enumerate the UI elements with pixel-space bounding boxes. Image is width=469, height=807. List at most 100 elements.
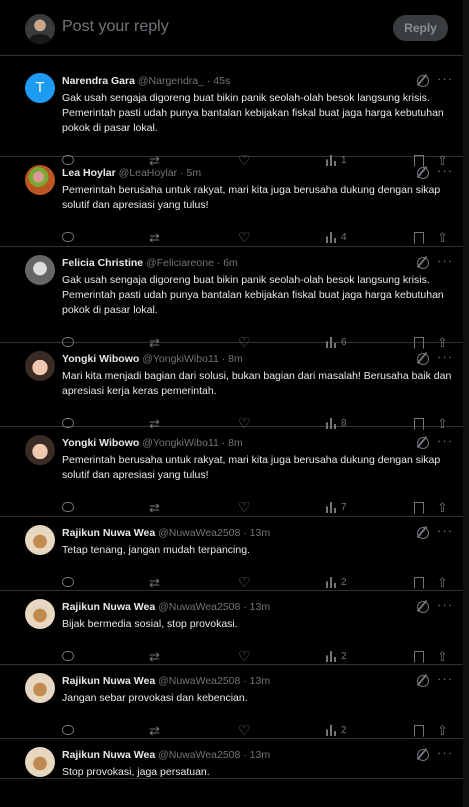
author-meta[interactable]: @NuwaWea2508 · 13m bbox=[158, 601, 270, 613]
grok-icon[interactable] bbox=[417, 749, 429, 761]
share-icon[interactable]: ⇧ bbox=[437, 231, 448, 248]
reply-post[interactable]: Yongki Wibowo @YongkiWibo11 · 8m ··· Mar… bbox=[0, 343, 463, 430]
reply-post[interactable]: Rajikun Nuwa Wea @NuwaWea2508 · 13m ··· … bbox=[0, 591, 463, 665]
post-header: Rajikun Nuwa Wea @NuwaWea2508 · 13m bbox=[62, 749, 270, 761]
author-meta[interactable]: @NuwaWea2508 · 13m bbox=[158, 749, 270, 761]
repost-icon[interactable]: ⇄ bbox=[149, 501, 160, 518]
author-meta[interactable]: @NuwaWea2508 · 13m bbox=[158, 675, 270, 687]
reply-composer: Post your reply Reply bbox=[0, 0, 463, 56]
like-icon[interactable]: ♡ bbox=[238, 230, 251, 248]
views-count: 4 bbox=[341, 232, 347, 243]
views-icon[interactable]: 4 bbox=[326, 232, 347, 248]
reply-icon[interactable] bbox=[62, 577, 74, 587]
reply-icon[interactable] bbox=[62, 651, 74, 661]
action-bar: ⇄ ♡ 7 ⇧ bbox=[0, 500, 463, 518]
post-text: Mari kita menjadi bagian dari solusi, bu… bbox=[62, 370, 452, 397]
author-name[interactable]: Yongki Wibowo bbox=[62, 437, 139, 449]
post-text: Stop provokasi, jaga persatuan. bbox=[62, 766, 210, 778]
reply-post[interactable]: Rajikun Nuwa Wea @NuwaWea2508 · 13m ··· … bbox=[0, 517, 463, 591]
more-icon[interactable]: ··· bbox=[437, 745, 453, 760]
more-icon[interactable]: ··· bbox=[437, 433, 453, 448]
scrollbar[interactable] bbox=[463, 0, 469, 807]
grok-icon[interactable] bbox=[417, 353, 429, 365]
more-icon[interactable]: ··· bbox=[437, 71, 453, 86]
avatar[interactable] bbox=[25, 14, 55, 44]
bookmark-icon[interactable] bbox=[414, 577, 424, 589]
post-header: Yongki Wibowo @YongkiWibo11 · 8m bbox=[62, 353, 243, 365]
reply-post[interactable]: Rajikun Nuwa Wea @NuwaWea2508 · 13m ··· … bbox=[0, 739, 463, 779]
reply-post[interactable]: T Narendra Gara @Nargendra_ · 45s ··· Ga… bbox=[0, 65, 463, 167]
post-header: Narendra Gara @Nargendra_ · 45s bbox=[62, 75, 230, 87]
more-icon[interactable]: ··· bbox=[437, 253, 453, 268]
views-icon[interactable]: 7 bbox=[326, 502, 347, 518]
avatar[interactable] bbox=[25, 351, 55, 381]
author-name[interactable]: Felicia Christine bbox=[62, 257, 143, 269]
grok-icon[interactable] bbox=[417, 675, 429, 687]
author-meta[interactable]: @YongkiWibo11 · 8m bbox=[142, 437, 243, 449]
reply-post[interactable]: Rajikun Nuwa Wea @NuwaWea2508 · 13m ··· … bbox=[0, 665, 463, 739]
repost-icon[interactable]: ⇄ bbox=[149, 231, 160, 248]
post-text: Jangan sebar provokasi dan kebencian. bbox=[62, 692, 248, 704]
author-name[interactable]: Rajikun Nuwa Wea bbox=[62, 749, 155, 761]
reply-icon[interactable] bbox=[62, 725, 74, 735]
avatar[interactable] bbox=[25, 525, 55, 555]
post-text: Pemerintah berusaha untuk rakyat, mari k… bbox=[62, 454, 441, 481]
views-bars-icon bbox=[326, 725, 337, 736]
views-count: 2 bbox=[341, 651, 347, 662]
reply-post[interactable]: Felicia Christine @Feliciareone · 6m ···… bbox=[0, 247, 463, 349]
grok-icon[interactable] bbox=[417, 75, 429, 87]
views-count: 2 bbox=[341, 577, 347, 588]
author-name[interactable]: Yongki Wibowo bbox=[62, 353, 139, 365]
avatar[interactable]: T bbox=[25, 73, 55, 103]
reply-post[interactable]: Lea Hoylar @LeaHoylar · 5m ··· Pemerinta… bbox=[0, 157, 463, 247]
more-icon[interactable]: ··· bbox=[437, 349, 453, 364]
author-meta[interactable]: @LeaHoylar · 5m bbox=[119, 167, 201, 179]
views-count: 2 bbox=[341, 725, 347, 736]
post-header: Lea Hoylar @LeaHoylar · 5m bbox=[62, 167, 201, 179]
grok-icon[interactable] bbox=[417, 527, 429, 539]
views-bars-icon bbox=[326, 232, 337, 243]
reply-icon[interactable] bbox=[62, 232, 74, 242]
views-bars-icon bbox=[326, 502, 337, 513]
post-header: Rajikun Nuwa Wea @NuwaWea2508 · 13m bbox=[62, 527, 270, 539]
grok-icon[interactable] bbox=[417, 601, 429, 613]
share-icon[interactable]: ⇧ bbox=[437, 501, 448, 518]
more-icon[interactable]: ··· bbox=[437, 597, 453, 612]
bookmark-icon[interactable] bbox=[414, 725, 424, 737]
grok-icon[interactable] bbox=[417, 257, 429, 269]
bookmark-icon[interactable] bbox=[414, 651, 424, 663]
post-text: Gak usah sengaja digoreng buat bikin pan… bbox=[62, 274, 444, 316]
author-meta[interactable]: @Feliciareone · 6m bbox=[146, 257, 238, 269]
post-header: Yongki Wibowo @YongkiWibo11 · 8m bbox=[62, 437, 243, 449]
avatar[interactable] bbox=[25, 673, 55, 703]
avatar[interactable] bbox=[25, 165, 55, 195]
grok-icon[interactable] bbox=[417, 167, 429, 179]
more-icon[interactable]: ··· bbox=[437, 671, 453, 686]
bookmark-icon[interactable] bbox=[414, 502, 424, 514]
post-header: Felicia Christine @Feliciareone · 6m bbox=[62, 257, 238, 269]
author-name[interactable]: Rajikun Nuwa Wea bbox=[62, 601, 155, 613]
author-meta[interactable]: @Nargendra_ · 45s bbox=[138, 75, 230, 87]
like-icon[interactable]: ♡ bbox=[238, 500, 251, 518]
avatar[interactable] bbox=[25, 747, 55, 777]
avatar[interactable] bbox=[25, 435, 55, 465]
author-meta[interactable]: @YongkiWibo11 · 8m bbox=[142, 353, 243, 365]
more-icon[interactable]: ··· bbox=[437, 523, 453, 538]
avatar[interactable] bbox=[25, 599, 55, 629]
author-name[interactable]: Rajikun Nuwa Wea bbox=[62, 675, 155, 687]
reply-list: T Narendra Gara @Nargendra_ · 45s ··· Ga… bbox=[0, 65, 463, 779]
avatar[interactable] bbox=[25, 255, 55, 285]
reply-post[interactable]: Yongki Wibowo @YongkiWibo11 · 8m ··· Pem… bbox=[0, 427, 463, 517]
reply-button[interactable]: Reply bbox=[393, 15, 448, 41]
reply-input[interactable]: Post your reply bbox=[62, 18, 169, 36]
author-meta[interactable]: @NuwaWea2508 · 13m bbox=[158, 527, 270, 539]
author-name[interactable]: Lea Hoylar bbox=[62, 167, 116, 179]
bookmark-icon[interactable] bbox=[414, 232, 424, 244]
more-icon[interactable]: ··· bbox=[437, 163, 453, 178]
grok-icon[interactable] bbox=[417, 437, 429, 449]
author-name[interactable]: Narendra Gara bbox=[62, 75, 135, 87]
reply-icon[interactable] bbox=[62, 502, 74, 512]
action-bar: ⇄ ♡ 4 ⇧ bbox=[0, 230, 463, 248]
author-name[interactable]: Rajikun Nuwa Wea bbox=[62, 527, 155, 539]
post-text: Tetap tenang, jangan mudah terpancing. bbox=[62, 544, 250, 556]
